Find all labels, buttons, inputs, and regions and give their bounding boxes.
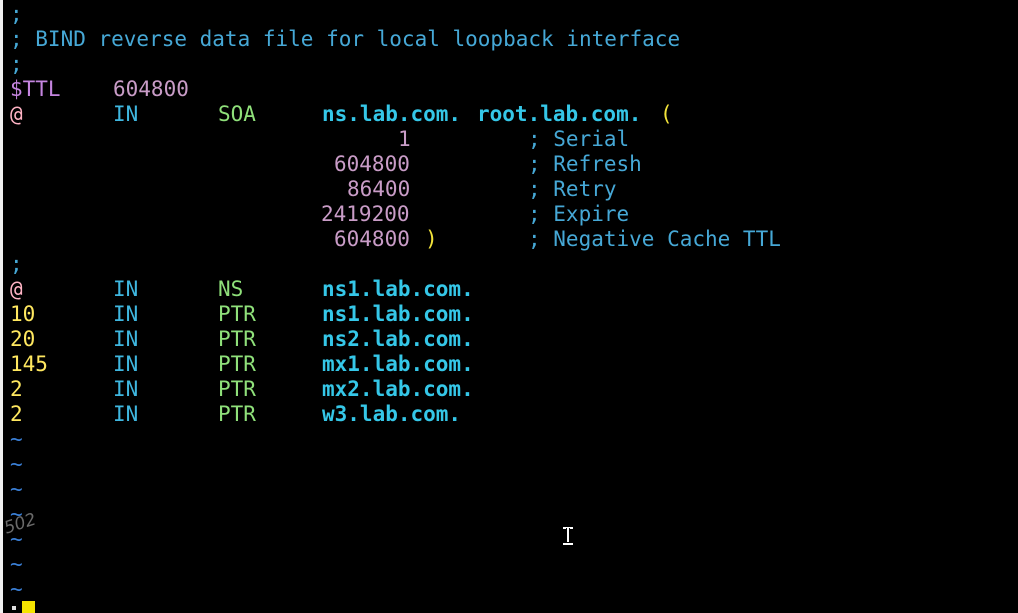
empty-line-tilde: ~	[10, 477, 23, 501]
editor-cursor[interactable]	[22, 601, 35, 613]
soa-retry-comment: ; Retry	[528, 177, 617, 201]
record-class: IN	[113, 302, 139, 326]
soa-refresh-comment: ; Refresh	[528, 152, 642, 176]
soa-expire-comment: ; Expire	[528, 202, 630, 226]
record-target: mx2.lab.com.	[322, 377, 474, 401]
record-type: PTR	[218, 327, 256, 351]
record-class: IN	[113, 352, 139, 376]
soa-negative-ttl-comment: ; Negative Cache TTL	[528, 227, 781, 251]
record-target: w3.lab.com.	[322, 402, 462, 426]
ttl-directive-line: $TTL 604800	[10, 77, 189, 102]
terminal-window[interactable]: ; ; BIND reverse data file for local loo…	[0, 0, 1018, 613]
soa-refresh-value: 604800	[334, 152, 410, 176]
record-owner: 2	[10, 377, 23, 401]
soa-owner: @	[10, 102, 23, 126]
soa-class: IN	[113, 102, 139, 126]
soa-serial-value: 1	[398, 127, 411, 151]
empty-line-tilde: ~	[10, 452, 23, 476]
soa-field-negative-ttl: 604800 ) ; Negative Cache TTL	[10, 227, 781, 252]
soa-primary-ns: ns.lab.com.	[322, 102, 462, 126]
soa-record-line: @ IN SOA ns.lab.com. root.lab.com. (	[10, 102, 673, 127]
record-owner: 2	[10, 402, 23, 426]
comment-line: ;	[10, 2, 23, 26]
record-target: ns1.lab.com.	[322, 277, 474, 301]
record-type: PTR	[218, 302, 256, 326]
soa-retry-value: 86400	[347, 177, 411, 201]
soa-expire-value: 2419200	[321, 202, 410, 226]
record-type: PTR	[218, 402, 256, 426]
record-line: 145 IN PTR mx1.lab.com.	[10, 352, 474, 377]
record-type: NS	[218, 277, 244, 301]
ttl-value: 604800	[113, 77, 189, 101]
file-description-comment: ; BIND reverse data file for local loopb…	[10, 27, 681, 51]
record-owner: 145	[10, 352, 48, 376]
ttl-directive: $TTL	[10, 77, 61, 101]
text-cursor-pointer-icon	[561, 526, 574, 546]
soa-field-serial: 1 ; Serial	[10, 127, 629, 152]
soa-serial-comment: ; Serial	[528, 127, 630, 151]
soa-field-expire: 2419200 ; Expire	[10, 202, 629, 227]
record-owner: 20	[10, 327, 36, 351]
cursor-marker-icon	[12, 606, 16, 610]
record-class: IN	[113, 377, 139, 401]
comment-line: ;	[10, 252, 23, 276]
record-target: ns1.lab.com.	[322, 302, 474, 326]
soa-open-paren: (	[660, 102, 673, 126]
record-target: ns2.lab.com.	[322, 327, 474, 351]
record-class: IN	[113, 402, 139, 426]
soa-field-retry: 86400 ; Retry	[10, 177, 617, 202]
record-line: @ IN NS ns1.lab.com.	[10, 277, 474, 302]
record-owner: @	[10, 277, 23, 301]
soa-admin-email: root.lab.com.	[477, 102, 642, 126]
soa-type: SOA	[218, 102, 256, 126]
soa-field-refresh: 604800 ; Refresh	[10, 152, 642, 177]
record-class: IN	[113, 327, 139, 351]
soa-close-paren: )	[425, 227, 438, 251]
record-line: 2 IN PTR mx2.lab.com.	[10, 377, 474, 402]
record-line: 20 IN PTR ns2.lab.com.	[10, 327, 474, 352]
empty-line-tilde: ~	[10, 577, 23, 601]
record-class: IN	[113, 277, 139, 301]
record-target: mx1.lab.com.	[322, 352, 474, 376]
comment-line: ;	[10, 52, 23, 76]
record-line: 2 IN PTR w3.lab.com.	[10, 402, 461, 427]
soa-negative-ttl-value: 604800	[334, 227, 410, 251]
record-type: PTR	[218, 352, 256, 376]
empty-line-tilde: ~	[10, 552, 23, 576]
empty-line-tilde: ~	[10, 427, 23, 451]
record-type: PTR	[218, 377, 256, 401]
record-owner: 10	[10, 302, 36, 326]
record-line: 10 IN PTR ns1.lab.com.	[10, 302, 474, 327]
